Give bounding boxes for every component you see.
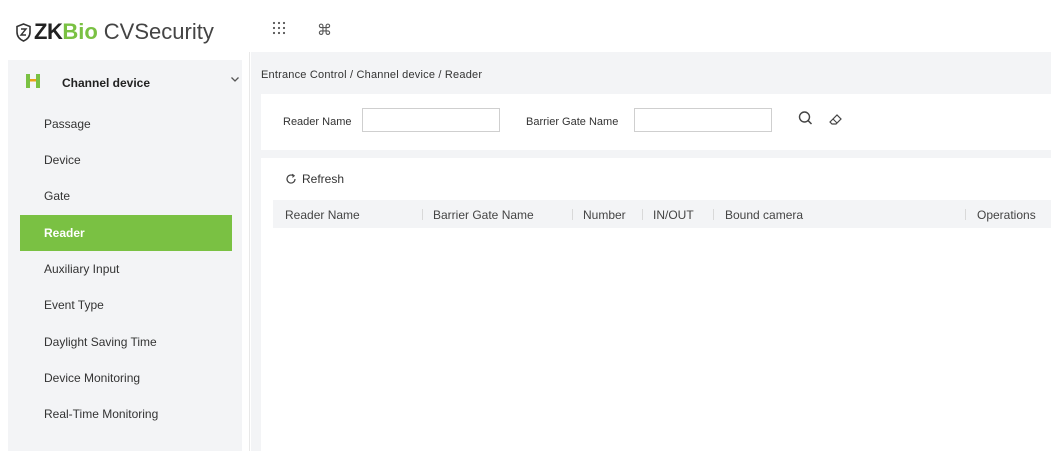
column-divider xyxy=(642,209,643,220)
apps-grid-icon[interactable] xyxy=(272,21,286,40)
column-header-bound-camera[interactable]: Bound camera xyxy=(725,208,803,222)
sidebar-item-passage[interactable]: Passage xyxy=(20,106,232,142)
table-panel: Refresh Reader Name Barrier Gate Name Nu… xyxy=(261,158,1051,451)
column-divider xyxy=(422,209,423,220)
eraser-icon[interactable] xyxy=(827,110,845,128)
column-header-in-out[interactable]: IN/OUT xyxy=(653,208,694,222)
column-header-barrier-gate-name[interactable]: Barrier Gate Name xyxy=(433,208,534,222)
sidebar-section-label: Channel device xyxy=(62,76,151,90)
sidebar: Channel device Passage Device Gate Reade… xyxy=(0,52,250,451)
search-panel: Reader Name Barrier Gate Name xyxy=(261,94,1051,150)
column-header-number[interactable]: Number xyxy=(583,208,626,222)
sidebar-item-device[interactable]: Device xyxy=(20,142,232,178)
column-header-reader-name[interactable]: Reader Name xyxy=(285,208,360,222)
logo-bio-text: Bio xyxy=(62,19,98,44)
sidebar-item-daylight-saving-time[interactable]: Daylight Saving Time xyxy=(20,324,232,360)
reader-name-input[interactable] xyxy=(362,108,500,132)
column-divider xyxy=(713,209,714,220)
sidebar-section-channel-device[interactable]: Channel device xyxy=(8,60,242,106)
search-icon[interactable] xyxy=(796,108,816,130)
refresh-button[interactable]: Refresh xyxy=(285,172,344,186)
barrier-gate-name-label: Barrier Gate Name xyxy=(526,116,619,128)
turnstile-icon xyxy=(26,74,40,88)
sidebar-item-gate[interactable]: Gate xyxy=(20,178,232,214)
logo-cv-text: CVSecurity xyxy=(103,19,214,44)
sidebar-menu: Passage Device Gate Reader Auxiliary Inp… xyxy=(8,106,242,451)
top-header: ZK Bio CVSecurity ⌘ xyxy=(0,0,1051,52)
refresh-icon xyxy=(286,173,296,184)
logo-zk-text: ZK xyxy=(34,19,63,44)
app-logo[interactable]: ZK Bio CVSecurity xyxy=(16,18,214,46)
sidebar-item-real-time-monitoring[interactable]: Real-Time Monitoring xyxy=(20,396,232,432)
command-icon[interactable]: ⌘ xyxy=(317,21,332,39)
sidebar-item-device-monitoring[interactable]: Device Monitoring xyxy=(20,360,232,396)
breadcrumb: Entrance Control / Channel device / Read… xyxy=(261,69,483,81)
shield-logo-icon xyxy=(16,22,31,42)
sidebar-item-auxiliary-input[interactable]: Auxiliary Input xyxy=(20,251,232,287)
table-header: Reader Name Barrier Gate Name Number IN/… xyxy=(273,200,1051,228)
chevron-down-icon[interactable] xyxy=(230,74,240,87)
barrier-gate-name-input[interactable] xyxy=(634,108,772,132)
column-divider xyxy=(572,209,573,220)
reader-name-label: Reader Name xyxy=(283,116,352,128)
column-header-operations[interactable]: Operations xyxy=(977,208,1036,222)
refresh-label: Refresh xyxy=(302,172,345,186)
sidebar-item-reader[interactable]: Reader xyxy=(20,215,232,251)
column-divider xyxy=(965,209,966,220)
main-content: Entrance Control / Channel device / Read… xyxy=(251,52,1051,451)
sidebar-item-event-type[interactable]: Event Type xyxy=(20,287,232,323)
